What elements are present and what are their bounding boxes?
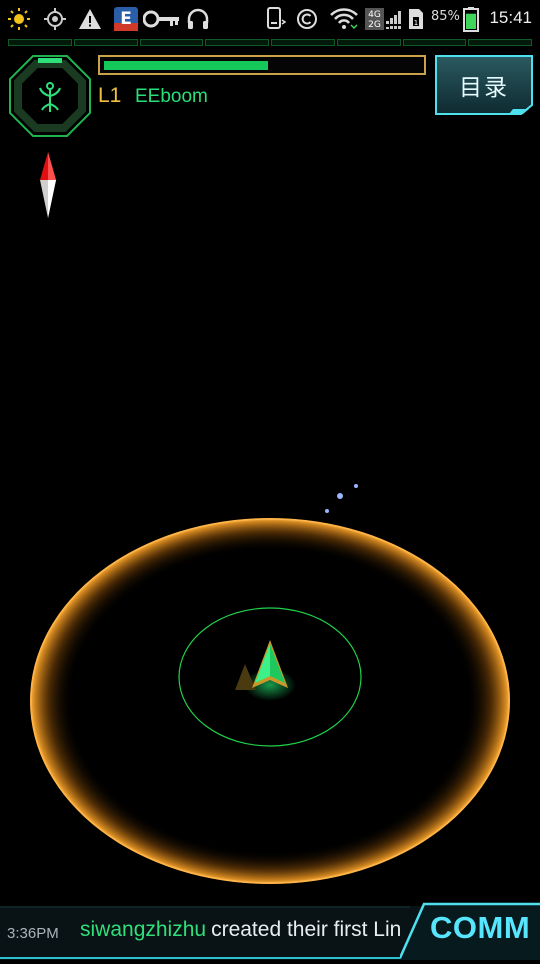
copyright-icon xyxy=(295,6,319,32)
xm-particle xyxy=(325,509,329,513)
app-notification-icon: E xyxy=(112,6,140,32)
phone-vibrate-icon xyxy=(262,6,288,32)
network-4g-2g-icon: 4G 2G xyxy=(364,6,404,32)
battery-percent: 85% xyxy=(431,9,460,24)
clock: 15:41 xyxy=(489,8,532,27)
ops-menu-label: 目录 xyxy=(459,75,509,101)
agent-level: L1 xyxy=(98,84,122,107)
sim-icon: 1 xyxy=(406,6,426,32)
ops-menu-button[interactable]: 目录 xyxy=(435,55,533,115)
svg-text:E: E xyxy=(120,9,132,29)
xm-particle xyxy=(354,484,358,488)
xm-particle xyxy=(337,493,343,499)
key-icon xyxy=(143,6,181,32)
comm-message-user[interactable]: siwangzhizhu xyxy=(80,918,206,941)
comm-button-label: COMM xyxy=(430,910,531,945)
wifi-icon xyxy=(328,6,360,32)
network-bottom-label: 2G xyxy=(368,20,381,30)
gps-icon xyxy=(42,6,68,32)
battery-icon xyxy=(462,6,480,32)
segmented-divider xyxy=(8,39,532,46)
svg-text:1: 1 xyxy=(414,19,418,27)
headphones-icon xyxy=(185,6,211,32)
xm-energy-bar xyxy=(98,55,426,75)
compass-needle-icon[interactable] xyxy=(36,150,60,220)
comm-message-text: created their first Lin xyxy=(211,918,402,941)
agent-name[interactable]: EEboom xyxy=(135,86,208,108)
agent-avatar[interactable] xyxy=(8,54,92,138)
comm-message-time: 3:36PM xyxy=(7,925,59,942)
status-bar: E 4G 2G 1 85% 15:41 xyxy=(0,0,540,38)
scanner-map[interactable] xyxy=(0,0,540,960)
xm-energy-fill xyxy=(104,61,268,70)
sun-icon xyxy=(6,6,32,32)
network-top-label: 4G xyxy=(368,10,381,20)
warning-icon xyxy=(77,6,103,32)
